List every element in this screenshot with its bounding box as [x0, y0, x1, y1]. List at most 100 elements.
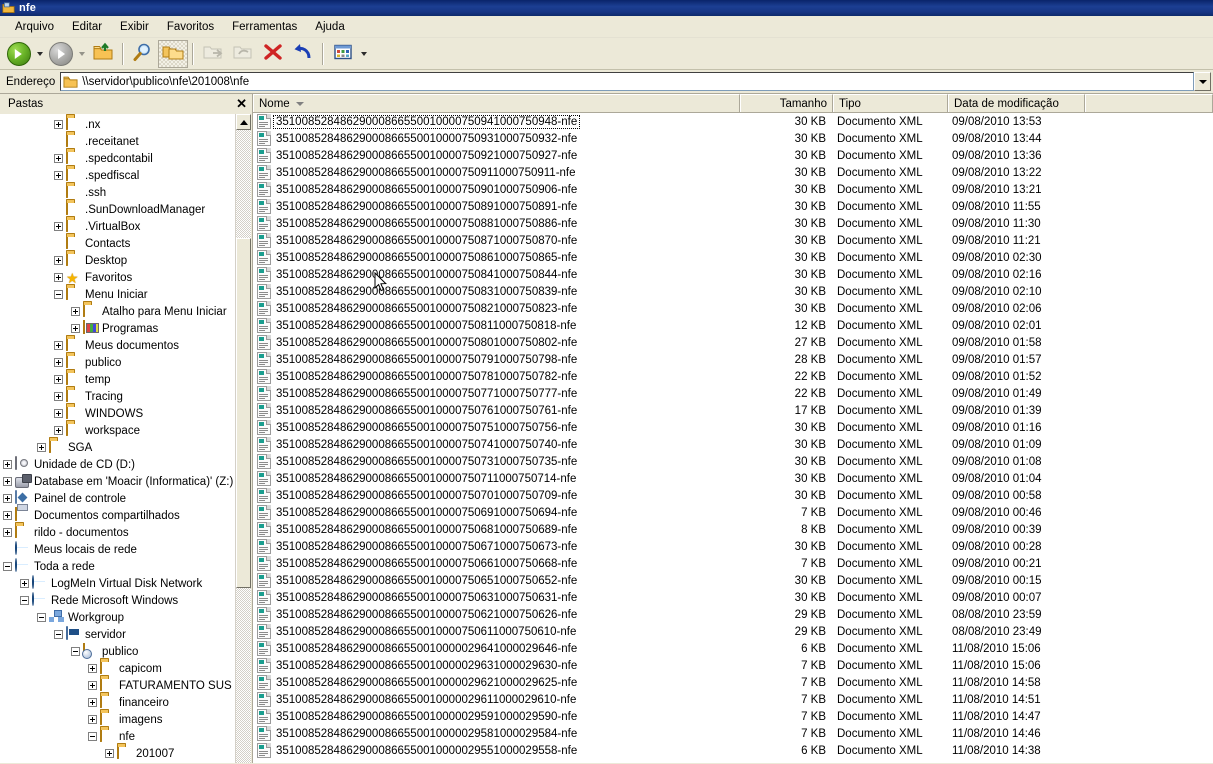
tree-toggle-collapse-icon[interactable] — [54, 290, 63, 299]
tree-toggle-expand-icon[interactable] — [54, 375, 63, 384]
up-button[interactable] — [88, 40, 118, 68]
tree-item-meus-documentos[interactable]: Meus documentos — [0, 336, 235, 354]
file-row[interactable]: 3510085284862900086655001000075082100075… — [253, 300, 1213, 317]
tree-item-201007[interactable]: 201007 — [0, 744, 235, 762]
menu-ferramentas[interactable]: Ferramentas — [223, 19, 306, 35]
undo-button[interactable] — [288, 40, 318, 68]
tree-item-desktop[interactable]: Desktop — [0, 251, 235, 269]
menu-editar[interactable]: Editar — [63, 19, 111, 35]
file-name-cell[interactable]: 3510085284862900086655001000002959100002… — [253, 709, 740, 724]
tree-toggle-expand-icon[interactable] — [54, 392, 63, 401]
tree-item-servidor[interactable]: servidor — [0, 625, 235, 643]
title-bar[interactable]: nfe — [0, 0, 1213, 16]
file-row[interactable]: 3510085284862900086655001000075066100075… — [253, 555, 1213, 572]
file-name-cell[interactable]: 3510085284862900086655001000075066100075… — [253, 556, 740, 571]
tree-item-contacts[interactable]: Contacts — [0, 234, 235, 252]
file-name-cell[interactable]: 3510085284862900086655001000075087100075… — [253, 233, 740, 248]
file-list-rows[interactable]: 3510085284862900086655001000075094100075… — [253, 113, 1213, 763]
tree-toggle-expand-icon[interactable] — [54, 273, 63, 282]
file-name-cell[interactable]: 3510085284862900086655001000075073100075… — [253, 454, 740, 469]
tree-toggle-expand-icon[interactable] — [54, 409, 63, 418]
tree-item-rildo-documentos[interactable]: rildo - documentos — [0, 523, 235, 541]
file-name-cell[interactable]: 3510085284862900086655001000075076100075… — [253, 403, 740, 418]
file-name-cell[interactable]: 3510085284862900086655001000075068100075… — [253, 522, 740, 537]
tree-toggle-expand-icon[interactable] — [54, 358, 63, 367]
tree-toggle-expand-icon[interactable] — [54, 426, 63, 435]
tree-item-spedcontabil[interactable]: .spedcontabil — [0, 149, 235, 167]
file-row[interactable]: 3510085284862900086655001000002958100002… — [253, 725, 1213, 742]
tree-toggle-expand-icon[interactable] — [54, 222, 63, 231]
address-input[interactable]: \\servidor\publico\nfe\201008\nfe — [60, 72, 1194, 91]
menu-arquivo[interactable]: Arquivo — [6, 19, 63, 35]
tree-item-documentos-compartilhados[interactable]: Documentos compartilhados — [0, 506, 235, 524]
file-name-cell[interactable]: 3510085284862900086655001000002962100002… — [253, 675, 740, 690]
back-button[interactable] — [4, 40, 34, 68]
file-row[interactable]: 3510085284862900086655001000075090100075… — [253, 181, 1213, 198]
file-name-cell[interactable]: 3510085284862900086655001000075071100075… — [253, 471, 740, 486]
file-name-cell[interactable]: 3510085284862900086655001000075062100075… — [253, 607, 740, 622]
tree-item-virtualbox[interactable]: .VirtualBox — [0, 217, 235, 235]
file-row[interactable]: 3510085284862900086655001000075087100075… — [253, 232, 1213, 249]
folders-scrollbar[interactable] — [235, 114, 251, 763]
file-row[interactable]: 3510085284862900086655001000075070100075… — [253, 487, 1213, 504]
file-name-cell[interactable]: 3510085284862900086655001000075090100075… — [253, 182, 740, 197]
tree-item-menu-iniciar[interactable]: Menu Iniciar — [0, 285, 235, 303]
tree-item-sundownloadmanager[interactable]: .SunDownloadManager — [0, 200, 235, 218]
file-row[interactable]: 3510085284862900086655001000075062100075… — [253, 606, 1213, 623]
tree-item-logmein-virtual-disk-network[interactable]: LogMeIn Virtual Disk Network — [0, 574, 235, 592]
tree-item-receitanet[interactable]: .receitanet — [0, 132, 235, 150]
back-dropdown-button[interactable] — [34, 40, 46, 68]
scroll-up-button[interactable] — [236, 114, 251, 130]
tree-toggle-expand-icon[interactable] — [54, 341, 63, 350]
tree-toggle-expand-icon[interactable] — [54, 120, 63, 129]
tree-toggle-expand-icon[interactable] — [54, 256, 63, 265]
file-row[interactable]: 3510085284862900086655001000075069100075… — [253, 504, 1213, 521]
file-name-cell[interactable]: 3510085284862900086655001000002961100002… — [253, 692, 740, 707]
file-row[interactable]: 3510085284862900086655001000075068100075… — [253, 521, 1213, 538]
tree-item-rede-microsoft-windows[interactable]: Rede Microsoft Windows — [0, 591, 235, 609]
file-row[interactable]: 3510085284862900086655001000075065100075… — [253, 572, 1213, 589]
menu-favoritos[interactable]: Favoritos — [158, 19, 223, 35]
tree-toggle-expand-icon[interactable] — [3, 511, 12, 520]
scrollbar-track[interactable] — [236, 130, 251, 763]
tree-item-spedfiscal[interactable]: .spedfiscal — [0, 166, 235, 184]
file-name-cell[interactable]: 3510085284862900086655001000075078100075… — [253, 369, 740, 384]
tree-item-publico[interactable]: publico — [0, 353, 235, 371]
tree-toggle-expand-icon[interactable] — [54, 154, 63, 163]
file-name-cell[interactable]: 3510085284862900086655001000002955100002… — [253, 743, 740, 758]
column-header-nome[interactable]: Nome — [253, 94, 740, 112]
tree-item-meus-locais-de-rede[interactable]: Meus locais de rede — [0, 540, 235, 558]
file-name-cell[interactable]: 3510085284862900086655001000075063100075… — [253, 590, 740, 605]
tree-item-nx[interactable]: .nx — [0, 115, 235, 133]
tree-item-database-em-moacir-informatica-z[interactable]: Database em 'Moacir (Informatica)' (Z:) — [0, 473, 235, 490]
file-row[interactable]: 3510085284862900086655001000002962100002… — [253, 674, 1213, 691]
file-row[interactable]: 3510085284862900086655001000002955100002… — [253, 742, 1213, 759]
file-row[interactable]: 3510085284862900086655001000002959100002… — [253, 708, 1213, 725]
tree-toggle-expand-icon[interactable] — [20, 579, 29, 588]
file-name-cell[interactable]: 3510085284862900086655001000075082100075… — [253, 301, 740, 316]
tree-item-windows[interactable]: WINDOWS — [0, 404, 235, 422]
file-row[interactable]: 3510085284862900086655001000075075100075… — [253, 419, 1213, 436]
file-row[interactable]: 3510085284862900086655001000075089100075… — [253, 198, 1213, 215]
tree-toggle-collapse-icon[interactable] — [20, 596, 29, 605]
tree-item-favoritos[interactable]: ★ Favoritos — [0, 269, 235, 286]
column-header-tamanho[interactable]: Tamanho — [740, 94, 833, 112]
column-header-data[interactable]: Data de modificação — [948, 94, 1085, 112]
views-dropdown-button[interactable] — [358, 40, 370, 68]
file-name-cell[interactable]: 3510085284862900086655001000075061100075… — [253, 624, 740, 639]
file-name-cell[interactable]: 3510085284862900086655001000075088100075… — [253, 216, 740, 231]
file-name-cell[interactable]: 3510085284862900086655001000002963100002… — [253, 658, 740, 673]
tree-toggle-expand-icon[interactable] — [3, 460, 12, 469]
file-row[interactable]: 3510085284862900086655001000075071100075… — [253, 470, 1213, 487]
tree-toggle-expand-icon[interactable] — [105, 749, 114, 758]
file-name-cell[interactable]: 3510085284862900086655001000075077100075… — [253, 386, 740, 401]
tree-toggle-expand-icon[interactable] — [88, 664, 97, 673]
views-button[interactable] — [328, 40, 358, 68]
file-name-cell[interactable]: 3510085284862900086655001000075092100075… — [253, 148, 740, 163]
file-row[interactable]: 3510085284862900086655001000075084100075… — [253, 266, 1213, 283]
file-name-cell[interactable]: 3510085284862900086655001000075069100075… — [253, 505, 740, 520]
file-row[interactable]: 3510085284862900086655001000075063100075… — [253, 589, 1213, 606]
tree-item-atalho-para-menu-iniciar[interactable]: Atalho para Menu Iniciar — [0, 302, 235, 320]
file-name-cell[interactable]: 3510085284862900086655001000075067100075… — [253, 539, 740, 554]
tree-toggle-expand-icon[interactable] — [54, 171, 63, 180]
